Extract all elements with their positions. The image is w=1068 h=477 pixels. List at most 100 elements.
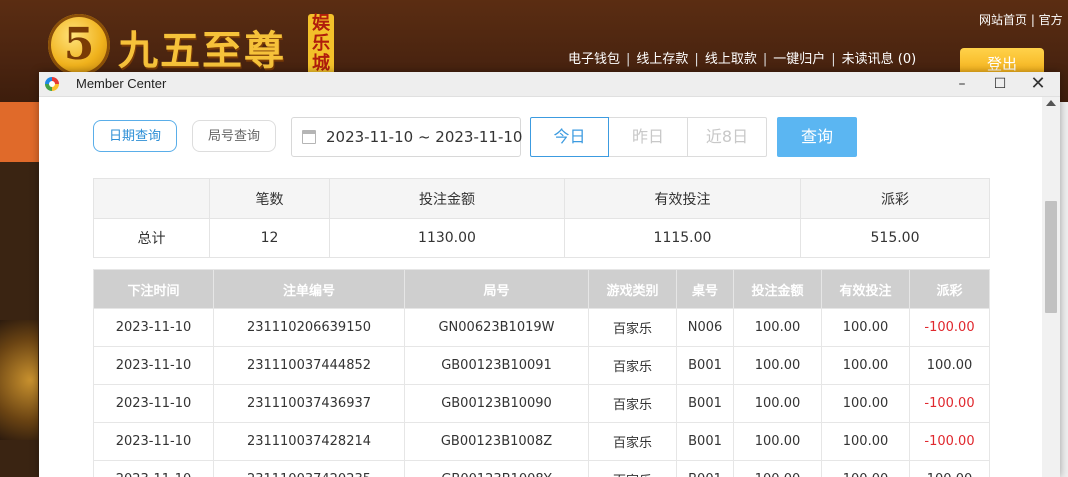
main-nav: 电子钱包 | 线上存款 | 线上取款 | 一键归户 | 未读讯息 (0) xyxy=(568,52,917,67)
table-cell: 2023-11-10 xyxy=(93,346,214,385)
table-cell: 百家乐 xyxy=(588,346,677,385)
table-cell: 100.00 xyxy=(821,460,910,477)
summary-cell: 515.00 xyxy=(800,218,990,258)
summary-cell: 总计 xyxy=(93,218,210,258)
top-links[interactable]: 网站首页 | 官方 xyxy=(979,11,1063,28)
details-header-cell: 派彩 xyxy=(909,269,990,309)
vertical-scrollbar[interactable] xyxy=(1042,97,1060,477)
site-side-panel xyxy=(1060,102,1068,477)
table-cell: 231110037420235 xyxy=(213,460,405,477)
table-cell: 231110206639150 xyxy=(213,308,405,347)
yesterday-button[interactable]: 昨日 xyxy=(609,117,688,157)
date-query-tab[interactable]: 日期查询 xyxy=(93,120,177,152)
table-cell: 2023-11-10 xyxy=(93,308,214,347)
table-cell: 231110037428214 xyxy=(213,422,405,461)
payout-cell: -100.00 xyxy=(909,308,990,347)
close-button[interactable]: ✕ xyxy=(1019,72,1057,96)
table-cell: 100.00 xyxy=(733,460,822,477)
summary-cell: 1130.00 xyxy=(329,218,565,258)
details-header-cell: 下注时间 xyxy=(93,269,214,309)
summary-header-cell: 投注金额 xyxy=(329,178,565,219)
payout-cell: -100.00 xyxy=(909,422,990,461)
query-button[interactable]: 查询 xyxy=(777,117,857,157)
date-range-input[interactable]: 2023-11-10 ~ 2023-11-10 xyxy=(291,117,523,157)
table-cell: 百家乐 xyxy=(588,308,677,347)
details-header-cell: 投注金额 xyxy=(733,269,822,309)
details-header-cell: 局号 xyxy=(404,269,589,309)
table-cell: 100.00 xyxy=(733,308,822,347)
nav-deposit[interactable]: 线上存款 xyxy=(636,52,688,67)
window-titlebar[interactable]: Member Center – ☐ ✕ xyxy=(39,72,1060,97)
table-cell: 100.00 xyxy=(821,308,910,347)
table-cell: 2023-11-10 xyxy=(93,460,214,477)
last-8-days-button[interactable]: 近8日 xyxy=(688,117,767,157)
browser-app-icon xyxy=(45,77,59,91)
nav-messages[interactable]: 未读讯息 (0) xyxy=(842,52,917,67)
table-cell: 100.00 xyxy=(733,422,822,461)
site-logo-badge: 娱乐城 xyxy=(308,14,334,76)
table-cell: GB00123B10090 xyxy=(404,384,589,423)
nav-consolidate[interactable]: 一键归户 xyxy=(773,52,825,67)
table-cell: GN00623B1019W xyxy=(404,308,589,347)
summary-cell: 12 xyxy=(209,218,330,258)
table-cell: 百家乐 xyxy=(588,384,677,423)
today-button[interactable]: 今日 xyxy=(530,117,609,157)
details-header-cell: 有效投注 xyxy=(821,269,910,309)
table-row: 2023-11-10 231110037436937 GB00123B10090… xyxy=(93,384,990,423)
date-range-value: 2023-11-10 ~ 2023-11-10 xyxy=(326,128,523,146)
maximize-button[interactable]: ☐ xyxy=(981,72,1019,96)
table-cell: 100.00 xyxy=(733,384,822,423)
table-row: 2023-11-10 231110037428214 GB00123B1008Z… xyxy=(93,422,990,461)
table-cell: B001 xyxy=(676,460,734,477)
table-cell: GB00123B10091 xyxy=(404,346,589,385)
table-cell: N006 xyxy=(676,308,734,347)
table-cell: 100.00 xyxy=(733,346,822,385)
table-cell: 2023-11-10 xyxy=(93,384,214,423)
calendar-icon xyxy=(302,130,316,144)
background-decoration xyxy=(0,320,38,440)
details-header-cell: 注单编号 xyxy=(213,269,405,309)
table-cell: B001 xyxy=(676,346,734,385)
table-cell: 2023-11-10 xyxy=(93,422,214,461)
table-cell: 100.00 xyxy=(821,346,910,385)
summary-table: 笔数 投注金额 有效投注 派彩 总计 12 1130.00 1115.00 51… xyxy=(93,178,990,258)
details-header-cell: 游戏类别 xyxy=(588,269,677,309)
table-cell: B001 xyxy=(676,422,734,461)
minimize-button[interactable]: – xyxy=(943,72,981,96)
member-center-window: Member Center – ☐ ✕ 日期查询 局号查询 2023-11-10… xyxy=(39,72,1060,477)
table-cell: 百家乐 xyxy=(588,460,677,477)
site-logo-name[interactable]: 九五至尊 xyxy=(118,18,286,76)
site-logo-mark[interactable]: 5 xyxy=(48,14,110,76)
table-cell: GB00123B1008Y xyxy=(404,460,589,477)
scrollbar-thumb[interactable] xyxy=(1045,201,1057,313)
table-row: 2023-11-10 231110037444852 GB00123B10091… xyxy=(93,346,990,385)
details-header-cell: 桌号 xyxy=(676,269,734,309)
payout-cell: 100.00 xyxy=(909,460,990,477)
table-cell: GB00123B1008Z xyxy=(404,422,589,461)
table-cell: 100.00 xyxy=(821,422,910,461)
summary-header-row: 笔数 投注金额 有效投注 派彩 xyxy=(93,178,990,219)
details-header-row: 下注时间 注单编号 局号 游戏类别 桌号 投注金额 有效投注 派彩 xyxy=(93,269,990,309)
window-content: 日期查询 局号查询 2023-11-10 ~ 2023-11-10 今日 昨日 … xyxy=(39,97,1042,477)
payout-cell: 100.00 xyxy=(909,346,990,385)
nav-wallet[interactable]: 电子钱包 xyxy=(568,52,620,67)
table-cell: B001 xyxy=(676,384,734,423)
table-cell: 231110037444852 xyxy=(213,346,405,385)
summary-header-cell: 派彩 xyxy=(800,178,990,219)
summary-total-row: 总计 12 1130.00 1115.00 515.00 xyxy=(93,218,990,258)
bet-details-table: 下注时间 注单编号 局号 游戏类别 桌号 投注金额 有效投注 派彩 2023-1… xyxy=(93,269,990,477)
window-title: Member Center xyxy=(76,76,167,91)
scroll-up-arrow-icon[interactable] xyxy=(1046,100,1056,106)
round-query-tab[interactable]: 局号查询 xyxy=(192,120,276,152)
summary-header-cell xyxy=(93,178,210,219)
table-cell: 231110037436937 xyxy=(213,384,405,423)
table-row: 2023-11-10 231110206639150 GN00623B1019W… xyxy=(93,308,990,347)
summary-header-cell: 有效投注 xyxy=(564,178,801,219)
table-row: 2023-11-10 231110037420235 GB00123B1008Y… xyxy=(93,460,990,477)
summary-cell: 1115.00 xyxy=(564,218,801,258)
table-cell: 百家乐 xyxy=(588,422,677,461)
nav-withdraw[interactable]: 线上取款 xyxy=(705,52,757,67)
summary-header-cell: 笔数 xyxy=(209,178,330,219)
payout-cell: -100.00 xyxy=(909,384,990,423)
table-cell: 100.00 xyxy=(821,384,910,423)
